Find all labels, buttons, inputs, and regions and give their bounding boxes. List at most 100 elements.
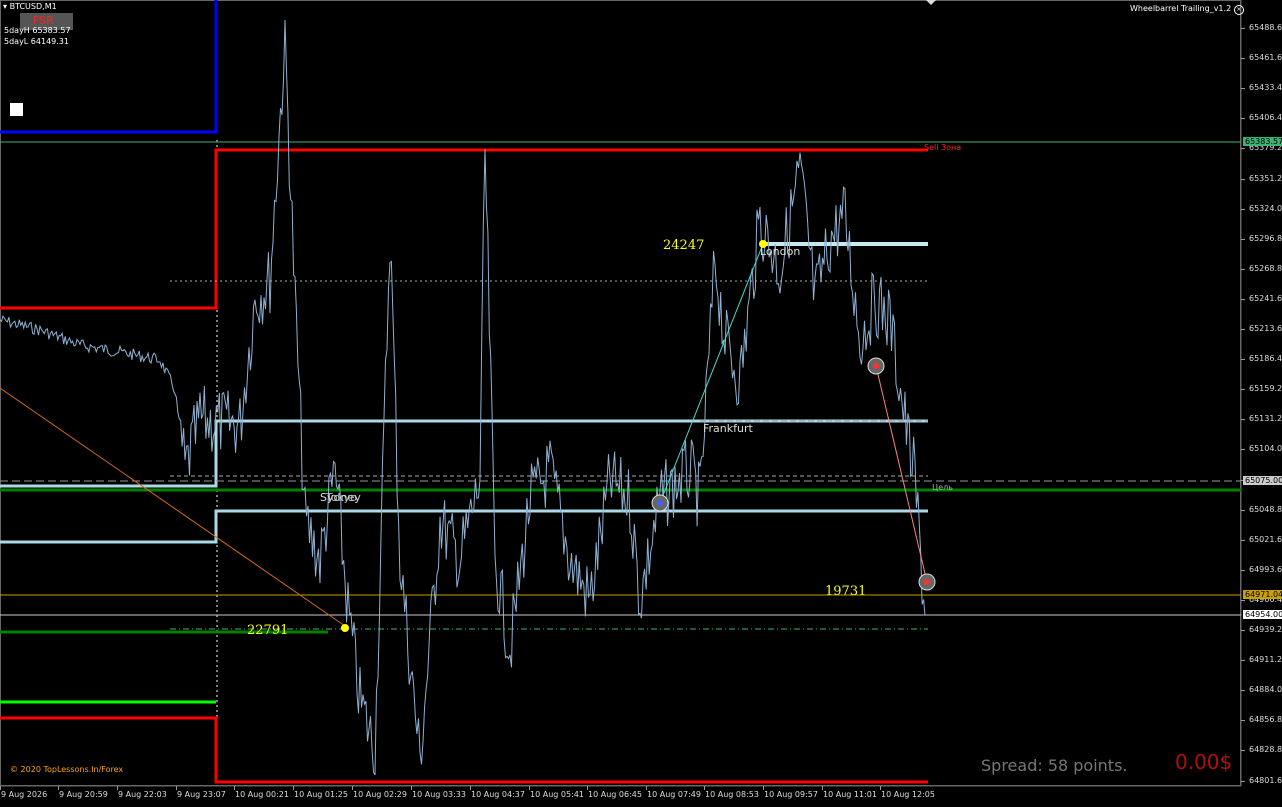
price-tick-label: 65461.60 <box>1249 53 1282 63</box>
price-tick-mark <box>1241 148 1245 150</box>
symbol-label: BTCUSD,M1 <box>9 2 57 11</box>
time-tick-label: 10 Aug 05:41 <box>530 790 584 799</box>
time-tick-label: 10 Aug 03:33 <box>412 790 466 799</box>
time-tick-label: 10 Aug 06:45 <box>588 790 642 799</box>
sell-zone-label: Sell Зона <box>924 143 962 152</box>
close-indicator-icon[interactable]: × <box>1233 5 1244 15</box>
current-distance: 19731 <box>825 584 867 599</box>
price-tick-mark <box>1241 539 1245 541</box>
close-marker-dot <box>924 579 930 585</box>
current-high-tag: 65383.57 <box>1243 137 1282 146</box>
bid-price-tag: 64971.04 <box>1243 590 1282 599</box>
time-tick-mark <box>58 786 59 790</box>
time-tick-label: 9 Aug 23:07 <box>177 790 226 799</box>
price-tick-mark <box>1241 389 1245 391</box>
time-tick-label: 10 Aug 08:53 <box>705 790 759 799</box>
time-tick-label: 10 Aug 00:21 <box>235 790 289 799</box>
time-tick-mark <box>176 786 177 790</box>
price-tick-label: 65433.40 <box>1249 83 1282 93</box>
price-tick-label: 65186.40 <box>1249 354 1282 364</box>
time-tick-mark <box>704 786 705 790</box>
time-tick-label: 10 Aug 12:05 <box>881 790 935 799</box>
time-tick-label: 9 Aug 2026 <box>1 790 48 799</box>
shift-marker-icon[interactable] <box>926 0 936 5</box>
price-tick-mark <box>1241 28 1245 29</box>
price-tick-mark <box>1241 88 1245 90</box>
price-tick-mark <box>1241 449 1245 451</box>
price-tick-mark <box>1241 569 1245 571</box>
time-tick-mark <box>0 786 1 790</box>
price-tick-label: 65296.80 <box>1249 233 1282 243</box>
target-price-tag: 65075.00 <box>1243 476 1282 485</box>
price-tick-mark <box>1241 298 1245 300</box>
price-tick-mark <box>1241 599 1245 601</box>
price-tick-label: 65021.60 <box>1249 534 1282 544</box>
price-tick-label: 65159.20 <box>1249 384 1282 394</box>
price-tick-label: 65488.60 <box>1249 23 1282 32</box>
session-frankfurt-label: Frankfurt <box>703 422 753 435</box>
time-tick-mark <box>587 786 588 790</box>
trendline-diagonal <box>0 387 346 627</box>
swing-high-distance: 24247 <box>663 238 705 253</box>
dropdown-triangle-icon[interactable]: ▾ <box>3 2 7 11</box>
five-day-high-text: 5dayH 65383.57 <box>4 26 71 35</box>
price-tick-label: 64801.60 <box>1249 775 1282 785</box>
time-tick-mark <box>470 786 471 790</box>
price-tick-mark <box>1241 509 1245 511</box>
time-tick-label: 10 Aug 07:49 <box>647 790 701 799</box>
time-tick-mark <box>529 786 530 790</box>
time-tick-label: 9 Aug 20:59 <box>59 790 108 799</box>
time-tick-mark <box>352 786 353 790</box>
zigzag-up <box>659 243 764 504</box>
time-tick-mark <box>646 786 647 790</box>
price-tick-label: 65351.20 <box>1249 173 1282 183</box>
time-tick-mark <box>822 786 823 790</box>
time-tick-label: 9 Aug 22:03 <box>118 790 167 799</box>
session-tokyo-label: Tokyo <box>326 491 357 504</box>
swing-low-marker <box>341 624 349 632</box>
price-tick-label: 65131.20 <box>1249 414 1282 424</box>
symbol-title: ▾ BTCUSD,M1 <box>3 2 57 11</box>
time-tick-mark <box>411 786 412 790</box>
price-tick-label: 65213.60 <box>1249 324 1282 333</box>
red-lower-level <box>0 716 928 784</box>
price-tick-mark <box>1241 419 1245 421</box>
price-tick-label: 64884.00 <box>1249 685 1282 695</box>
time-tick-mark <box>293 786 294 790</box>
price-tick-label: 64993.60 <box>1249 564 1282 574</box>
price-tick-mark <box>1241 359 1245 361</box>
price-tick-mark <box>1241 690 1245 692</box>
indicator-title: Wheelbarrel Trailing_v1.2 × <box>1130 4 1244 15</box>
copyright-text: © 2020 TopLessons.In/Forex <box>10 765 124 774</box>
indicator-name: Wheelbarrel Trailing_v1.2 <box>1130 4 1232 13</box>
price-tick-mark <box>1241 178 1245 180</box>
price-tick-mark <box>1241 630 1245 631</box>
five-day-low-text: 5dayL 64149.31 <box>4 37 69 46</box>
price-tick-mark <box>1241 329 1245 330</box>
price-tick-label: 65104.00 <box>1249 444 1282 454</box>
red-upper-level <box>0 148 928 310</box>
session-london-label: London <box>760 245 801 258</box>
price-tick-label: 65268.80 <box>1249 263 1282 273</box>
price-tick-mark <box>1241 750 1245 752</box>
price-tick-mark <box>1241 238 1245 240</box>
time-tick-mark <box>117 786 118 790</box>
time-tick-mark <box>880 786 881 790</box>
price-tick-mark <box>1241 268 1245 270</box>
ask-price-tag: 64954.00 <box>1243 610 1282 619</box>
price-tick-label: 65241.60 <box>1249 293 1282 303</box>
toggle-square-button[interactable] <box>10 103 23 116</box>
price-tick-mark <box>1241 118 1245 120</box>
price-chart[interactable] <box>0 0 1282 807</box>
profit-text: 0.00$ <box>1175 750 1233 774</box>
price-tick-label: 65406.40 <box>1249 113 1282 123</box>
price-tick-mark <box>1241 660 1245 662</box>
swing-low-distance: 22791 <box>247 623 289 638</box>
spread-text: Spread: 58 points. <box>981 756 1128 775</box>
time-tick-mark <box>763 786 764 790</box>
sell-marker-dot <box>873 363 879 369</box>
time-tick-label: 10 Aug 01:25 <box>294 790 348 799</box>
time-tick-label: 10 Aug 11:01 <box>823 790 877 799</box>
time-tick-label: 10 Aug 04:37 <box>471 790 525 799</box>
time-tick-mark <box>234 786 235 790</box>
